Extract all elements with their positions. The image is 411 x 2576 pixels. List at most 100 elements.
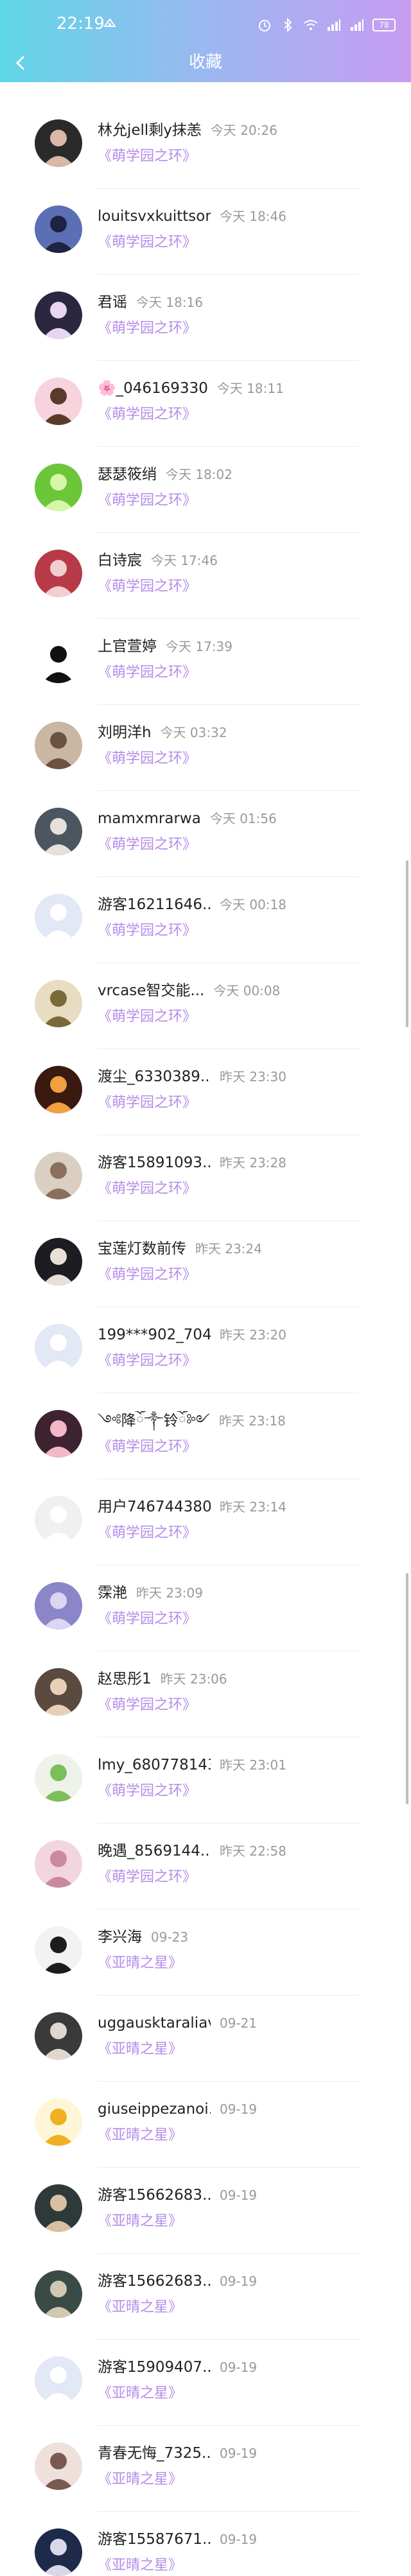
- user-name: giuseippezanoi...: [98, 2101, 211, 2118]
- source-title[interactable]: 《萌学园之环》: [98, 234, 197, 252]
- avatar[interactable]: [35, 2184, 82, 2232]
- source-title[interactable]: 《萌学园之环》: [98, 1868, 197, 1886]
- avatar[interactable]: [35, 205, 82, 253]
- avatar[interactable]: [35, 2528, 82, 2576]
- source-title[interactable]: 《萌学园之环》: [98, 148, 197, 166]
- list-item[interactable]: louitsvxkuittson 今天 18:46 《萌学园之环》: [0, 189, 411, 275]
- avatar[interactable]: [35, 1410, 82, 1458]
- list-item[interactable]: 游客15909407... 09-19 《亚晴之星》: [0, 2340, 411, 2426]
- list-item[interactable]: 游客15662683... 09-19 《亚晴之星》: [0, 2254, 411, 2340]
- list-item[interactable]: 上官萱婷 今天 17:39 《萌学园之环》: [0, 619, 411, 705]
- timestamp: 昨天 23:01: [220, 1757, 286, 1773]
- list-item[interactable]: giuseippezanoi... 09-19 《亚晴之星》: [0, 2082, 411, 2168]
- source-title[interactable]: 《萌学园之环》: [98, 492, 197, 510]
- source-title[interactable]: 《萌学园之环》: [98, 578, 197, 596]
- avatar[interactable]: [35, 2012, 82, 2060]
- avatar[interactable]: [35, 1324, 82, 1371]
- list-item[interactable]: 晚遇_8569144... 昨天 22:58 《萌学园之环》: [0, 1823, 411, 1910]
- list-item[interactable]: 渡尘_6330389... 昨天 23:30 《萌学园之环》: [0, 1049, 411, 1135]
- source-title[interactable]: 《萌学园之环》: [98, 1180, 197, 1198]
- source-title[interactable]: 《亚晴之星》: [98, 2385, 182, 2403]
- source-title[interactable]: 《萌学园之环》: [98, 1610, 197, 1628]
- avatar[interactable]: [35, 980, 82, 1027]
- list-item[interactable]: uggausktaraliav 09-21 《亚晴之星》: [0, 1996, 411, 2082]
- list-item[interactable]: 青春无悔_7325... 09-19 《亚晴之星》: [0, 2426, 411, 2512]
- avatar-image: [35, 1926, 82, 1974]
- source-title[interactable]: 《萌学园之环》: [98, 406, 197, 424]
- avatar[interactable]: [35, 1668, 82, 1716]
- source-title[interactable]: 《萌学园之环》: [98, 1266, 197, 1284]
- list-item[interactable]: lmy_680778143 昨天 23:01 《萌学园之环》: [0, 1737, 411, 1823]
- source-title[interactable]: 《亚晴之星》: [98, 1954, 182, 1972]
- avatar[interactable]: [35, 1840, 82, 1888]
- source-title[interactable]: 《萌学园之环》: [98, 1094, 197, 1112]
- source-title[interactable]: 《萌学园之环》: [98, 1782, 197, 1800]
- source-title[interactable]: 《亚晴之星》: [98, 2557, 182, 2575]
- avatar[interactable]: [35, 2442, 82, 2490]
- list-item[interactable]: ༺降ོ༒铃ོ༻ 昨天 23:18 《萌学园之环》: [0, 1393, 411, 1479]
- list-item[interactable]: 游客15662683... 09-19 《亚晴之星》: [0, 2168, 411, 2254]
- avatar[interactable]: [35, 722, 82, 769]
- source-title[interactable]: 《萌学园之环》: [98, 750, 197, 768]
- list-item[interactable]: 游客15587671... 09-19 《亚晴之星》: [0, 2512, 411, 2576]
- avatar[interactable]: [35, 1238, 82, 1285]
- list-item[interactable]: 游客15891093... 昨天 23:28 《萌学园之环》: [0, 1135, 411, 1221]
- source-title[interactable]: 《萌学园之环》: [98, 1438, 197, 1456]
- list-item[interactable]: 刘明洋h 今天 03:32 《萌学园之环》: [0, 705, 411, 791]
- avatar[interactable]: [35, 292, 82, 339]
- list-item[interactable]: 游客16211646... 今天 00:18 《萌学园之环》: [0, 877, 411, 963]
- avatar[interactable]: [35, 119, 82, 167]
- source-title[interactable]: 《萌学园之环》: [98, 1524, 197, 1542]
- timestamp: 今天 20:26: [210, 123, 277, 138]
- avatar[interactable]: [35, 1496, 82, 1544]
- source-title[interactable]: 《亚晴之星》: [98, 2299, 182, 2317]
- source-title[interactable]: 《亚晴之星》: [98, 2127, 182, 2145]
- source-title[interactable]: 《萌学园之环》: [98, 1008, 197, 1026]
- avatar[interactable]: [35, 1582, 82, 1630]
- list-item[interactable]: 用户7467443803 昨天 23:14 《萌学园之环》: [0, 1479, 411, 1565]
- source-title[interactable]: 《亚晴之星》: [98, 2041, 182, 2058]
- avatar[interactable]: [35, 2356, 82, 2404]
- avatar[interactable]: [35, 1754, 82, 1802]
- list-item[interactable]: 君谣 今天 18:16 《萌学园之环》: [0, 275, 411, 361]
- avatar[interactable]: [35, 808, 82, 855]
- user-name: 晚遇_8569144...: [98, 1843, 211, 1859]
- list-item[interactable]: 白诗宸 今天 17:46 《萌学园之环》: [0, 533, 411, 619]
- avatar[interactable]: [35, 894, 82, 941]
- list-item[interactable]: 林允jell剩y抹恙 今天 20:26 《萌学园之环》: [0, 103, 411, 189]
- source-title[interactable]: 《萌学园之环》: [98, 664, 197, 682]
- timestamp: 09-21: [220, 2015, 258, 2031]
- list-item[interactable]: mamxmrarwa 今天 01:56 《萌学园之环》: [0, 791, 411, 877]
- timestamp: 09-19: [220, 2532, 258, 2547]
- source-title[interactable]: 《萌学园之环》: [98, 1352, 197, 1370]
- scrollbar-thumb-lower[interactable]: [406, 1573, 408, 1804]
- list-item[interactable]: 199***902_704... 昨天 23:20 《萌学园之环》: [0, 1307, 411, 1393]
- list-item[interactable]: 🌸_046169330 今天 18:11 《萌学园之环》: [0, 361, 411, 447]
- avatar[interactable]: [35, 1926, 82, 1974]
- list-item[interactable]: 瑟瑟筱绡 今天 18:02 《萌学园之环》: [0, 447, 411, 533]
- avatar-image: [35, 1410, 82, 1458]
- list-item[interactable]: 李兴海 09-23 《亚晴之星》: [0, 1910, 411, 1996]
- source-title[interactable]: 《亚晴之星》: [98, 2471, 182, 2489]
- avatar[interactable]: [35, 2098, 82, 2146]
- user-name: 瑟瑟筱绡: [98, 466, 157, 483]
- list-item[interactable]: 宝莲灯数前传 昨天 23:24 《萌学园之环》: [0, 1221, 411, 1307]
- avatar-image: [35, 1582, 82, 1630]
- avatar[interactable]: [35, 636, 82, 683]
- source-title[interactable]: 《亚晴之星》: [98, 2213, 182, 2231]
- user-name: 🌸_046169330: [98, 380, 208, 397]
- source-title[interactable]: 《萌学园之环》: [98, 1696, 197, 1714]
- scrollbar-thumb-upper[interactable]: [406, 860, 408, 1027]
- avatar[interactable]: [35, 1066, 82, 1113]
- avatar[interactable]: [35, 2270, 82, 2318]
- list-item[interactable]: vrcase智交能... 今天 00:08 《萌学园之环》: [0, 963, 411, 1049]
- avatar[interactable]: [35, 378, 82, 425]
- avatar[interactable]: [35, 550, 82, 597]
- avatar[interactable]: [35, 464, 82, 511]
- source-title[interactable]: 《萌学园之环》: [98, 836, 197, 854]
- list-item[interactable]: 赵思彤1 昨天 23:06 《萌学园之环》: [0, 1651, 411, 1737]
- avatar[interactable]: [35, 1152, 82, 1199]
- source-title[interactable]: 《萌学园之环》: [98, 320, 197, 338]
- list-item[interactable]: 霂滟 昨天 23:09 《萌学园之环》: [0, 1565, 411, 1651]
- source-title[interactable]: 《萌学园之环》: [98, 922, 197, 940]
